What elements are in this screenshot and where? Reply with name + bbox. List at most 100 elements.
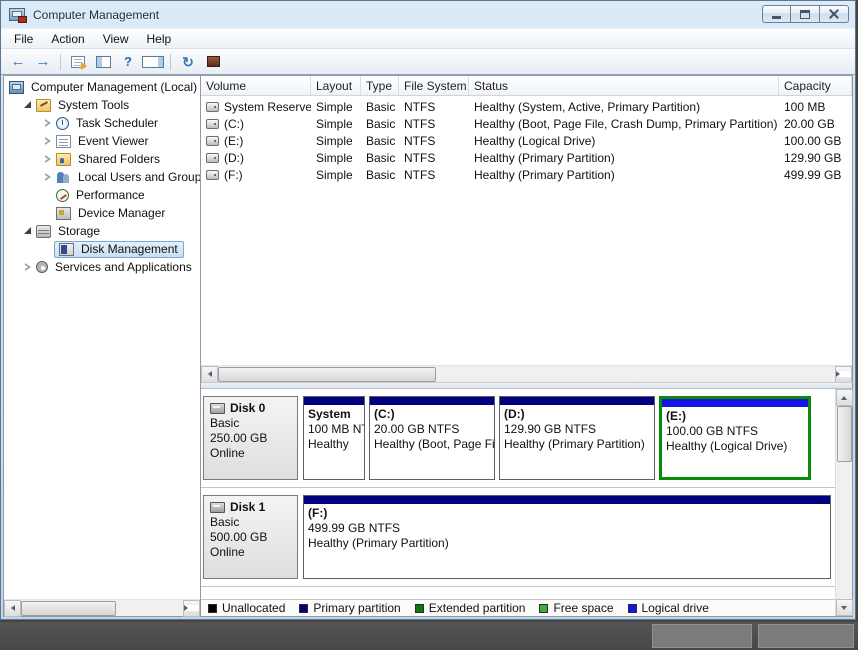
taskbar-button[interactable] [758, 624, 854, 648]
filesystem-cell: NTFS [399, 100, 469, 114]
scroll-right-button[interactable] [835, 366, 852, 383]
pane-splitter[interactable] [201, 382, 852, 389]
legend-label: Logical drive [642, 601, 709, 615]
partition-color-stripe [304, 496, 830, 504]
tree-horizontal-scrollbar[interactable] [4, 599, 200, 616]
filesystem-cell: NTFS [399, 168, 469, 182]
volume-row-f[interactable]: (F:) Simple Basic NTFS Healthy (Primary … [201, 166, 852, 183]
disk-icon [210, 502, 225, 513]
sidebar-item-computer-management[interactable]: Computer Management (Local) [4, 78, 200, 96]
expander-collapsed-icon[interactable] [22, 261, 34, 273]
menu-view[interactable]: View [94, 30, 138, 48]
partition-block-f[interactable]: (F:) 499.99 GB NTFS Healthy (Primary Par… [303, 495, 831, 579]
legend-label: Extended partition [429, 601, 526, 615]
legend-swatch [628, 604, 637, 613]
scroll-down-button[interactable] [836, 599, 853, 616]
volume-row-d[interactable]: (D:) Simple Basic NTFS Healthy (Primary … [201, 149, 852, 166]
volume-table-header: Volume Layout Type File System Status Ca… [201, 76, 852, 96]
minimize-button[interactable] [762, 5, 791, 23]
toolbar: ← → ? ↻ [1, 49, 855, 75]
expander-collapsed-icon[interactable] [42, 135, 54, 147]
scroll-left-button[interactable] [4, 600, 21, 617]
back-button[interactable]: ← [7, 52, 29, 72]
expander-collapsed-icon[interactable] [42, 153, 54, 165]
sidebar-item-label: Services and Applications [52, 259, 195, 275]
sidebar-item-label: Performance [73, 187, 148, 203]
sidebar-item-label: Local Users and Groups [75, 169, 200, 185]
expander-collapsed-icon[interactable] [42, 171, 54, 183]
refresh-button[interactable]: ↻ [177, 52, 199, 72]
column-header-file-system[interactable]: File System [399, 76, 469, 95]
menu-file[interactable]: File [5, 30, 42, 48]
minimize-icon [772, 16, 781, 19]
rescan-disks-button[interactable] [202, 52, 224, 72]
volume-name: (C:) [224, 117, 244, 131]
sidebar-item-services-and-applications[interactable]: Services and Applications [4, 258, 200, 276]
export-list-icon [71, 56, 85, 68]
sidebar-item-event-viewer[interactable]: Event Viewer [4, 132, 200, 150]
show-console-tree-button[interactable] [92, 52, 114, 72]
storage-icon [36, 225, 51, 238]
forward-button[interactable]: → [32, 52, 54, 72]
help-button[interactable]: ? [117, 52, 139, 72]
sidebar-item-local-users-and-groups[interactable]: Local Users and Groups [4, 168, 200, 186]
sidebar-item-storage[interactable]: Storage [4, 222, 200, 240]
scroll-right-icon [184, 605, 199, 611]
column-header-type[interactable]: Type [361, 76, 399, 95]
maximize-button[interactable] [791, 5, 820, 23]
close-button[interactable] [820, 5, 849, 23]
show-action-pane-button[interactable] [142, 52, 164, 72]
capacity-cell: 100.00 GB [779, 134, 852, 148]
scroll-left-button[interactable] [201, 366, 218, 383]
sidebar-item-shared-folders[interactable]: Shared Folders [4, 150, 200, 168]
volume-row-c[interactable]: (C:) Simple Basic NTFS Healthy (Boot, Pa… [201, 115, 852, 132]
partition-info: System 100 MB NTFS Healthy [304, 405, 364, 454]
menu-action[interactable]: Action [42, 30, 93, 48]
titlebar[interactable]: Computer Management [1, 1, 855, 28]
sidebar-item-device-manager[interactable]: Device Manager [4, 204, 200, 222]
column-header-status[interactable]: Status [469, 76, 779, 95]
maximize-icon [800, 10, 810, 19]
show-console-tree-icon [96, 56, 111, 68]
disk-vertical-scrollbar[interactable] [835, 389, 852, 616]
partition-block-d[interactable]: (D:) 129.90 GB NTFS Healthy (Primary Par… [499, 396, 655, 480]
sidebar-item-performance[interactable]: Performance [4, 186, 200, 204]
volume-icon [206, 136, 219, 146]
volume-horizontal-scrollbar[interactable] [201, 365, 852, 382]
export-list-button[interactable] [67, 52, 89, 72]
scrollbar-thumb[interactable] [837, 406, 852, 462]
column-header-layout[interactable]: Layout [311, 76, 361, 95]
expander-collapsed-icon[interactable] [42, 117, 54, 129]
sidebar-item-label: Computer Management (Local) [28, 79, 200, 95]
partition-block-e[interactable]: (E:) 100.00 GB NTFS Healthy (Logical Dri… [659, 396, 811, 480]
sidebar-item-disk-management[interactable]: Disk Management [4, 240, 200, 258]
sidebar-item-label: Shared Folders [75, 151, 163, 167]
status-cell: Healthy (Boot, Page File, Crash Dump, Pr… [469, 117, 779, 131]
column-header-capacity[interactable]: Capacity [779, 76, 852, 95]
volume-list: System Reserved Simple Basic NTFS Health… [201, 96, 852, 365]
partition-status: Healthy (Primary Partition) [308, 536, 826, 551]
disk-type: Basic [210, 515, 291, 530]
sidebar-item-system-tools[interactable]: System Tools [4, 96, 200, 114]
scrollbar-thumb[interactable] [21, 601, 116, 616]
scroll-right-button[interactable] [183, 600, 200, 617]
scrollbar-thumb[interactable] [218, 367, 436, 382]
disk0-info-box[interactable]: Disk 0 Basic 250.00 GB Online [203, 396, 298, 480]
scroll-down-icon [841, 606, 847, 610]
partition-block-system[interactable]: System 100 MB NTFS Healthy [303, 396, 365, 480]
expander-expanded-icon[interactable] [22, 99, 34, 111]
volume-name-cell: (D:) [201, 151, 311, 165]
partition-block-c[interactable]: (C:) 20.00 GB NTFS Healthy (Boot, Page F… [369, 396, 495, 480]
taskbar-button[interactable] [652, 624, 752, 648]
volume-row-e[interactable]: (E:) Simple Basic NTFS Healthy (Logical … [201, 132, 852, 149]
filesystem-cell: NTFS [399, 117, 469, 131]
back-icon: ← [11, 54, 26, 69]
disk1-info-box[interactable]: Disk 1 Basic 500.00 GB Online [203, 495, 298, 579]
scroll-up-button[interactable] [836, 389, 853, 406]
column-header-volume[interactable]: Volume [201, 76, 311, 95]
expander-expanded-icon[interactable] [22, 225, 34, 237]
menu-help[interactable]: Help [138, 30, 181, 48]
sidebar-item-task-scheduler[interactable]: Task Scheduler [4, 114, 200, 132]
partition-info: (C:) 20.00 GB NTFS Healthy (Boot, Page F… [370, 405, 494, 454]
volume-row-system-reserved[interactable]: System Reserved Simple Basic NTFS Health… [201, 98, 852, 115]
